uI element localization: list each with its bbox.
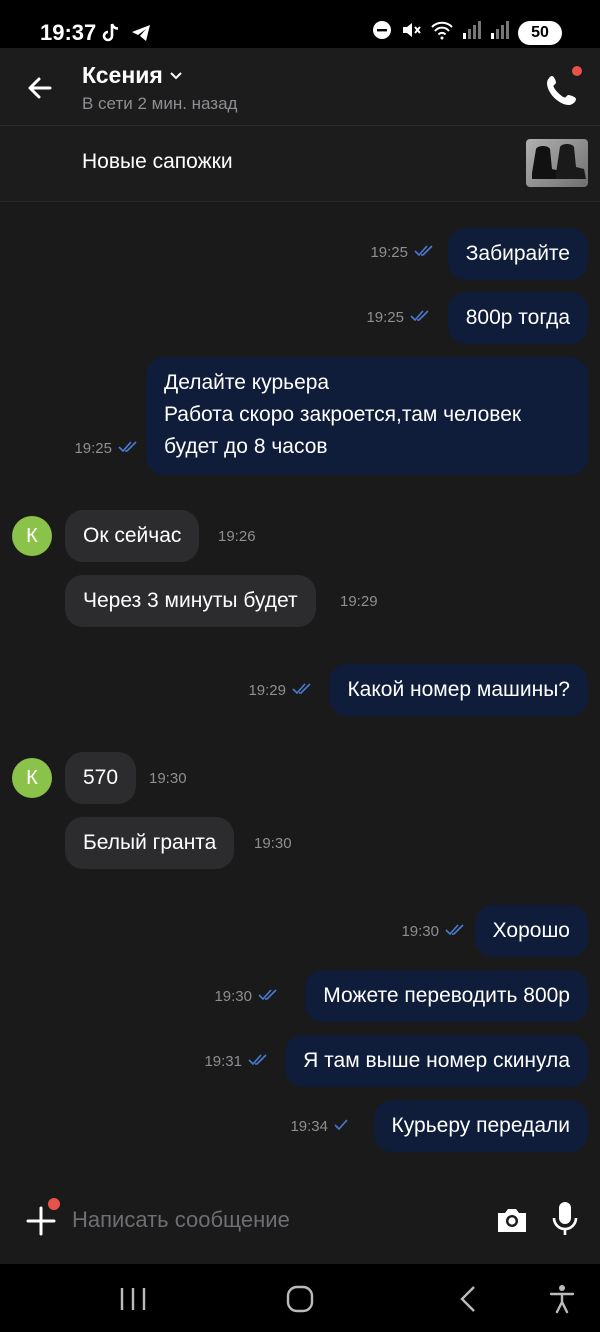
outgoing-message[interactable]: Делайте курьера Работа скоро закроется,т… bbox=[146, 357, 588, 475]
status-time: 19:37 bbox=[40, 20, 97, 45]
message-time: 19:25 bbox=[74, 440, 138, 457]
mute-icon bbox=[400, 20, 422, 45]
double-check-icon bbox=[248, 1053, 268, 1070]
message-time: 19:26 bbox=[218, 528, 256, 545]
listing-title: Новые сапожки bbox=[82, 150, 233, 173]
attachment-notification-dot bbox=[46, 1196, 62, 1212]
incoming-message[interactable]: 570 bbox=[65, 752, 137, 804]
call-notification-dot bbox=[570, 64, 584, 78]
message-time: 19:29 bbox=[248, 682, 312, 699]
double-check-icon bbox=[414, 244, 434, 261]
outgoing-message[interactable]: 800р тогда bbox=[447, 292, 588, 344]
message-time: 19:31 bbox=[204, 1053, 268, 1070]
signal-icon bbox=[462, 20, 482, 45]
message-time: 19:30 bbox=[254, 835, 292, 852]
message-time: 19:34 bbox=[290, 1118, 348, 1135]
chat-header: Ксения В сети 2 мин. назад bbox=[0, 48, 600, 126]
nav-back-icon[interactable] bbox=[452, 1284, 486, 1314]
status-bar: 19:37 50 bbox=[0, 0, 600, 48]
double-check-icon bbox=[258, 988, 278, 1005]
message-time: 19:30 bbox=[149, 770, 187, 787]
chevron-down-icon bbox=[169, 62, 183, 89]
contact-status: В сети 2 мин. назад bbox=[82, 94, 238, 113]
outgoing-message[interactable]: Какой номер машины? bbox=[329, 664, 588, 716]
listing-thumbnail[interactable] bbox=[526, 139, 588, 187]
message-input[interactable] bbox=[72, 1198, 472, 1242]
battery-indicator: 50 bbox=[518, 20, 562, 45]
microphone-icon[interactable] bbox=[548, 1200, 582, 1238]
back-arrow-icon[interactable] bbox=[22, 70, 58, 106]
avatar[interactable]: К bbox=[12, 758, 52, 798]
outgoing-message[interactable]: Хорошо bbox=[474, 905, 588, 957]
wifi-icon bbox=[430, 20, 454, 45]
outgoing-message[interactable]: Я там выше номер скинула bbox=[285, 1035, 588, 1087]
accessibility-icon[interactable] bbox=[545, 1284, 579, 1314]
outgoing-message[interactable]: Забирайте bbox=[447, 228, 588, 280]
incoming-message[interactable]: Белый гранта bbox=[65, 817, 235, 869]
incoming-message[interactable]: Через 3 минуты будет bbox=[65, 575, 316, 627]
message-list[interactable]: 19:25 Забирайте 19:25 800р тогда 19:25 Д… bbox=[0, 202, 600, 1168]
message-time: 19:25 bbox=[366, 309, 430, 326]
double-check-icon bbox=[118, 440, 138, 457]
composer bbox=[0, 1168, 600, 1264]
message-time: 19:30 bbox=[214, 988, 278, 1005]
home-icon[interactable] bbox=[283, 1284, 317, 1314]
message-time: 19:30 bbox=[401, 923, 465, 940]
contact-name[interactable]: Ксения bbox=[82, 62, 183, 89]
telegram-icon bbox=[130, 22, 152, 49]
recent-apps-icon[interactable] bbox=[116, 1284, 150, 1314]
signal-icon-2 bbox=[490, 20, 510, 45]
outgoing-message[interactable]: Курьеру передали bbox=[373, 1100, 588, 1152]
message-time: 19:25 bbox=[370, 244, 434, 261]
outgoing-message[interactable]: Можете переводить 800р bbox=[305, 970, 588, 1022]
tiktok-icon bbox=[100, 22, 122, 49]
listing-banner[interactable]: Новые сапожки bbox=[0, 126, 600, 202]
double-check-icon bbox=[292, 682, 312, 699]
camera-icon[interactable] bbox=[494, 1202, 530, 1238]
system-navigation-bar bbox=[0, 1264, 600, 1332]
avatar[interactable]: К bbox=[12, 516, 52, 556]
double-check-icon bbox=[445, 923, 465, 940]
double-check-icon bbox=[410, 309, 430, 326]
do-not-disturb-icon bbox=[372, 20, 392, 45]
incoming-message[interactable]: Ок сейчас bbox=[65, 510, 200, 562]
message-time: 19:29 bbox=[340, 593, 378, 610]
check-icon bbox=[334, 1118, 348, 1135]
